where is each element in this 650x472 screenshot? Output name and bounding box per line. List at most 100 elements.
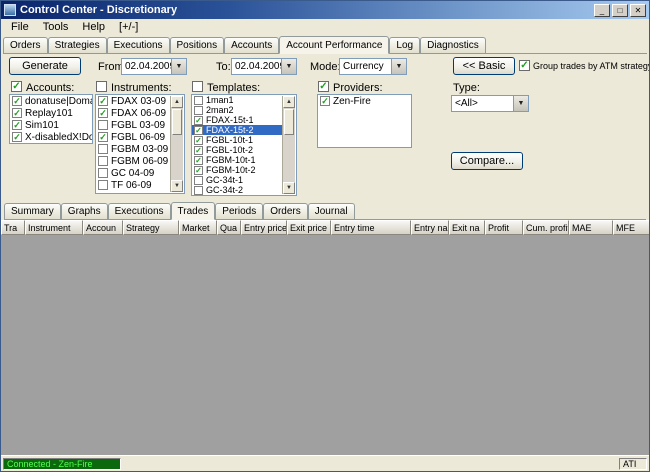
tab-positions[interactable]: Positions (169, 37, 225, 53)
scroll-track[interactable] (283, 136, 295, 182)
list-item[interactable]: FDAX-15t-2 (192, 125, 282, 135)
scroll-thumb[interactable] (284, 109, 294, 135)
item-checkbox[interactable] (320, 96, 330, 106)
scroll-up-icon[interactable]: ▲ (171, 96, 183, 108)
list-item[interactable]: Zen-Fire (318, 95, 411, 107)
titlebar[interactable]: Control Center - Discretionary _ □ ✕ (1, 1, 649, 19)
menu-plus-minus[interactable]: [+/-] (112, 20, 145, 34)
scroll-track[interactable] (171, 136, 183, 180)
item-checkbox[interactable] (98, 180, 108, 190)
item-checkbox[interactable] (98, 120, 108, 130)
item-checkbox[interactable] (194, 115, 203, 125)
list-item[interactable]: FDAX-15t-1 (192, 115, 282, 125)
tab-orders[interactable]: Orders (3, 37, 48, 53)
column-header[interactable]: MAE (569, 220, 613, 235)
column-header[interactable]: Market (179, 220, 217, 235)
list-item[interactable]: GC-34t-2 (192, 185, 282, 195)
type-combo[interactable]: <All> ▼ (451, 95, 529, 112)
column-header[interactable]: Tra (1, 220, 25, 235)
list-item[interactable]: FGBL 06-09 (96, 131, 170, 143)
generate-button[interactable]: Generate (9, 57, 81, 75)
instruments-list[interactable]: ▲ ▼ FDAX 03-09FDAX 06-09FGBL 03-09FGBL 0… (95, 94, 185, 194)
list-item[interactable]: 1man1 (192, 95, 282, 105)
item-checkbox[interactable] (12, 132, 22, 142)
compare-button[interactable]: Compare... (451, 152, 523, 170)
column-header[interactable]: Cum. profit (523, 220, 569, 235)
list-item[interactable]: X-disabledX!Dom (10, 131, 92, 143)
accounts-list[interactable]: donatuse|DomarReplay101Sim101X-disabledX… (9, 94, 93, 144)
templates-list[interactable]: ▲ ▼ 1man12man2FDAX-15t-1FDAX-15t-2FGBL-1… (191, 94, 297, 196)
minimize-button[interactable]: _ (594, 3, 610, 17)
item-checkbox[interactable] (98, 96, 108, 106)
tab-graphs[interactable]: Graphs (60, 203, 108, 219)
list-item[interactable]: Replay101 (10, 107, 92, 119)
templates-checkbox[interactable] (192, 81, 203, 92)
scroll-up-icon[interactable]: ▲ (283, 96, 295, 108)
list-item[interactable]: GC 04-09 (96, 167, 170, 179)
dropdown-arrow-icon[interactable]: ▼ (391, 59, 406, 74)
column-header[interactable]: Exit price (287, 220, 331, 235)
providers-checkbox[interactable] (318, 81, 329, 92)
tab-summary[interactable]: Summary (4, 203, 61, 219)
tab-accounts[interactable]: Accounts (224, 37, 280, 53)
scroll-down-icon[interactable]: ▼ (283, 182, 295, 194)
list-item[interactable]: FGBL-10t-1 (192, 135, 282, 145)
column-header[interactable]: Strategy (123, 220, 179, 235)
item-checkbox[interactable] (194, 165, 203, 175)
column-header[interactable]: Profit (485, 220, 523, 235)
list-item[interactable]: FGBM 06-09 (96, 155, 170, 167)
column-header[interactable]: MFE (613, 220, 649, 235)
scroll-down-icon[interactable]: ▼ (171, 180, 183, 192)
accounts-checkbox[interactable] (11, 81, 22, 92)
item-checkbox[interactable] (98, 144, 108, 154)
column-header[interactable]: Entry na (411, 220, 449, 235)
list-item[interactable]: donatuse|Domar (10, 95, 92, 107)
list-item[interactable]: FDAX 03-09 (96, 95, 170, 107)
tab-trades[interactable]: Trades (170, 202, 216, 220)
column-header[interactable]: Qua (217, 220, 241, 235)
dropdown-arrow-icon[interactable]: ▼ (171, 59, 186, 74)
list-item[interactable]: FGBM-10t-2 (192, 165, 282, 175)
item-checkbox[interactable] (194, 145, 203, 155)
instruments-scrollbar[interactable]: ▲ ▼ (170, 96, 183, 192)
item-checkbox[interactable] (98, 108, 108, 118)
list-item[interactable]: FDAX 06-09 (96, 107, 170, 119)
close-button[interactable]: ✕ (630, 3, 646, 17)
item-checkbox[interactable] (194, 105, 203, 115)
tab-log[interactable]: Log (389, 37, 421, 53)
list-item[interactable]: GC-34t-1 (192, 175, 282, 185)
maximize-button[interactable]: □ (612, 3, 628, 17)
from-date-combo[interactable]: 02.04.2009 ▼ (121, 58, 187, 75)
item-checkbox[interactable] (98, 168, 108, 178)
list-item[interactable]: FGBM-10t-1 (192, 155, 282, 165)
item-checkbox[interactable] (194, 155, 203, 165)
column-header[interactable]: Exit na (449, 220, 485, 235)
templates-scrollbar[interactable]: ▲ ▼ (282, 96, 295, 194)
dropdown-arrow-icon[interactable]: ▼ (513, 96, 528, 111)
tab-periods[interactable]: Periods (215, 203, 264, 219)
item-checkbox[interactable] (12, 96, 22, 106)
providers-list[interactable]: Zen-Fire (317, 94, 412, 148)
item-checkbox[interactable] (98, 156, 108, 166)
item-checkbox[interactable] (194, 125, 203, 135)
list-item[interactable]: FGBM 03-09 (96, 143, 170, 155)
basic-button[interactable]: << Basic (453, 57, 515, 75)
tab-orders[interactable]: Orders (263, 203, 308, 219)
dropdown-arrow-icon[interactable]: ▼ (281, 59, 296, 74)
tab-executions[interactable]: Executions (107, 203, 171, 219)
tab-journal[interactable]: Journal (307, 203, 355, 219)
mode-combo[interactable]: Currency ▼ (339, 58, 407, 75)
column-header[interactable]: Entry price (241, 220, 287, 235)
list-item[interactable]: FGBL 03-09 (96, 119, 170, 131)
item-checkbox[interactable] (194, 135, 203, 145)
list-item[interactable]: FGBL-10t-2 (192, 145, 282, 155)
list-item[interactable]: Sim101 (10, 119, 92, 131)
menu-file[interactable]: File (4, 20, 36, 34)
item-checkbox[interactable] (194, 95, 203, 105)
list-item[interactable]: 2man2 (192, 105, 282, 115)
instruments-checkbox[interactable] (96, 81, 107, 92)
tab-account-performance[interactable]: Account Performance (279, 36, 390, 54)
item-checkbox[interactable] (98, 132, 108, 142)
group-trades-checkbox[interactable] (519, 60, 530, 71)
column-header[interactable]: Entry time (331, 220, 411, 235)
